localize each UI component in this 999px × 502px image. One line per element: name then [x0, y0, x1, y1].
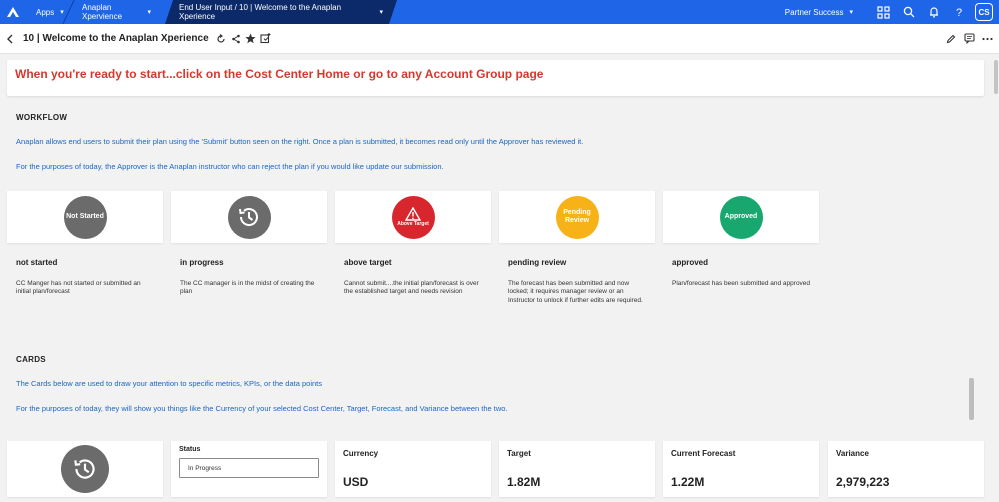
workspace-label: Partner Success — [784, 7, 844, 17]
target-value: 1.82M — [507, 475, 541, 489]
status-field-label: Status — [179, 446, 201, 453]
apps-menu[interactable]: Apps ▾ — [26, 0, 72, 24]
status-desc-pending-review: The forecast has been submitted and now … — [508, 280, 643, 304]
approved-badge: Approved — [719, 195, 763, 239]
anaplan-logo-icon[interactable] — [0, 0, 26, 24]
variance-value: 2,979,223 — [836, 475, 890, 489]
chevron-down-icon: ▾ — [379, 9, 383, 16]
avatar-initials: CS — [978, 7, 990, 17]
variance-label: Variance — [836, 449, 869, 458]
above-target-badge: Above Target — [391, 195, 435, 239]
above-target-text: Above Target — [397, 221, 429, 227]
status-card-approved: Approved — [663, 191, 819, 243]
top-navigation-bar: Apps ▾ Anaplan Xpervience ▾ End User Inp… — [0, 0, 999, 24]
clock-history-icon — [61, 445, 109, 493]
chevron-down-icon: ▾ — [849, 9, 853, 16]
page-title: 10 | Welcome to the Anaplan Xperience — [23, 33, 209, 44]
page-scrollbar-thumb[interactable] — [994, 60, 998, 94]
status-card-above-target: Above Target — [335, 191, 491, 243]
kpi-card-target: Target 1.82M — [499, 441, 655, 497]
status-title-above-target: above target — [344, 258, 392, 267]
warning-icon — [405, 207, 421, 221]
share-icon[interactable] — [230, 33, 242, 45]
status-desc-above-target: Cannot submit....the initial plan/foreca… — [344, 280, 479, 296]
status-desc-not-started: CC Manger has not started or submitted a… — [16, 280, 141, 296]
kpi-card-current-forecast: Current Forecast 1.22M — [663, 441, 819, 497]
page-menu[interactable]: End User Input / 10 | Welcome to the Ana… — [165, 0, 397, 24]
copy-page-icon[interactable] — [260, 33, 272, 45]
svg-text:?: ? — [955, 7, 961, 18]
hero-text: When you're ready to start...click on th… — [15, 67, 544, 81]
star-icon[interactable] — [245, 33, 257, 45]
current-forecast-value: 1.22M — [671, 475, 705, 489]
cards-text-1: The Cards below are used to draw your at… — [16, 379, 322, 388]
page-content[interactable]: When you're ready to start...click on th… — [0, 54, 999, 502]
page-scrollbar[interactable] — [991, 54, 999, 502]
search-icon[interactable] — [896, 0, 921, 24]
status-card-in-progress — [171, 191, 327, 243]
status-title-not-started: not started — [16, 258, 58, 267]
cards-text-2: For the purposes of today, they will sho… — [16, 404, 508, 413]
model-menu[interactable]: Anaplan Xpervience ▾ — [72, 0, 165, 24]
workflow-heading: WORKFLOW — [16, 113, 68, 122]
app-switcher-icon[interactable] — [871, 0, 896, 24]
workflow-text-2: For the purposes of today, the Approver … — [16, 162, 444, 171]
status-desc-approved: Plan/forecast has been submitted and app… — [672, 280, 811, 287]
back-arrow-icon[interactable] — [0, 34, 20, 44]
hero-banner: When you're ready to start...click on th… — [7, 60, 984, 96]
clock-history-icon — [227, 195, 271, 239]
kpi-card-status: Status In Progress — [171, 441, 327, 497]
currency-label: Currency — [343, 449, 379, 458]
currency-value: USD — [343, 475, 369, 489]
target-label: Target — [507, 449, 531, 458]
chevron-down-icon: ▾ — [60, 9, 64, 16]
bell-icon[interactable] — [921, 0, 946, 24]
status-field[interactable]: In Progress — [179, 458, 319, 478]
edit-icon[interactable] — [945, 33, 957, 45]
workspace-menu[interactable]: Partner Success ▾ — [785, 8, 853, 17]
model-label: Anaplan Xpervience — [82, 3, 123, 21]
user-avatar[interactable]: CS — [975, 3, 993, 21]
page-label: End User Input / 10 | Welcome to the Ana… — [179, 3, 342, 21]
kpi-card-variance: Variance 2,979,223 — [828, 441, 984, 497]
status-title-approved: approved — [672, 258, 709, 267]
refresh-icon[interactable] — [215, 33, 227, 45]
status-card-pending-review: Pending Review — [499, 191, 655, 243]
comment-icon[interactable] — [963, 33, 975, 45]
apps-label: Apps — [36, 7, 55, 17]
status-desc-in-progress: The CC manager is in the midst of creati… — [180, 280, 315, 296]
kpi-card-currency: Currency USD — [335, 441, 491, 497]
current-forecast-label: Current Forecast — [671, 449, 736, 458]
not-started-badge: Not Started — [63, 195, 107, 239]
workflow-text-1: Anaplan allows end users to submit their… — [16, 137, 584, 146]
page-header: 10 | Welcome to the Anaplan Xperience — [0, 24, 999, 54]
status-title-pending-review: pending review — [508, 258, 567, 267]
pending-review-badge: Pending Review — [555, 195, 599, 239]
kpi-card-icon — [7, 441, 163, 497]
help-icon[interactable]: ? — [946, 0, 971, 24]
section-scrollbar-thumb[interactable] — [969, 378, 974, 420]
status-card-not-started: Not Started — [7, 191, 163, 243]
more-options-icon[interactable] — [981, 33, 993, 45]
status-title-in-progress: in progress — [180, 258, 224, 267]
cards-heading: CARDS — [16, 355, 46, 364]
chevron-down-icon: ▾ — [147, 9, 151, 16]
